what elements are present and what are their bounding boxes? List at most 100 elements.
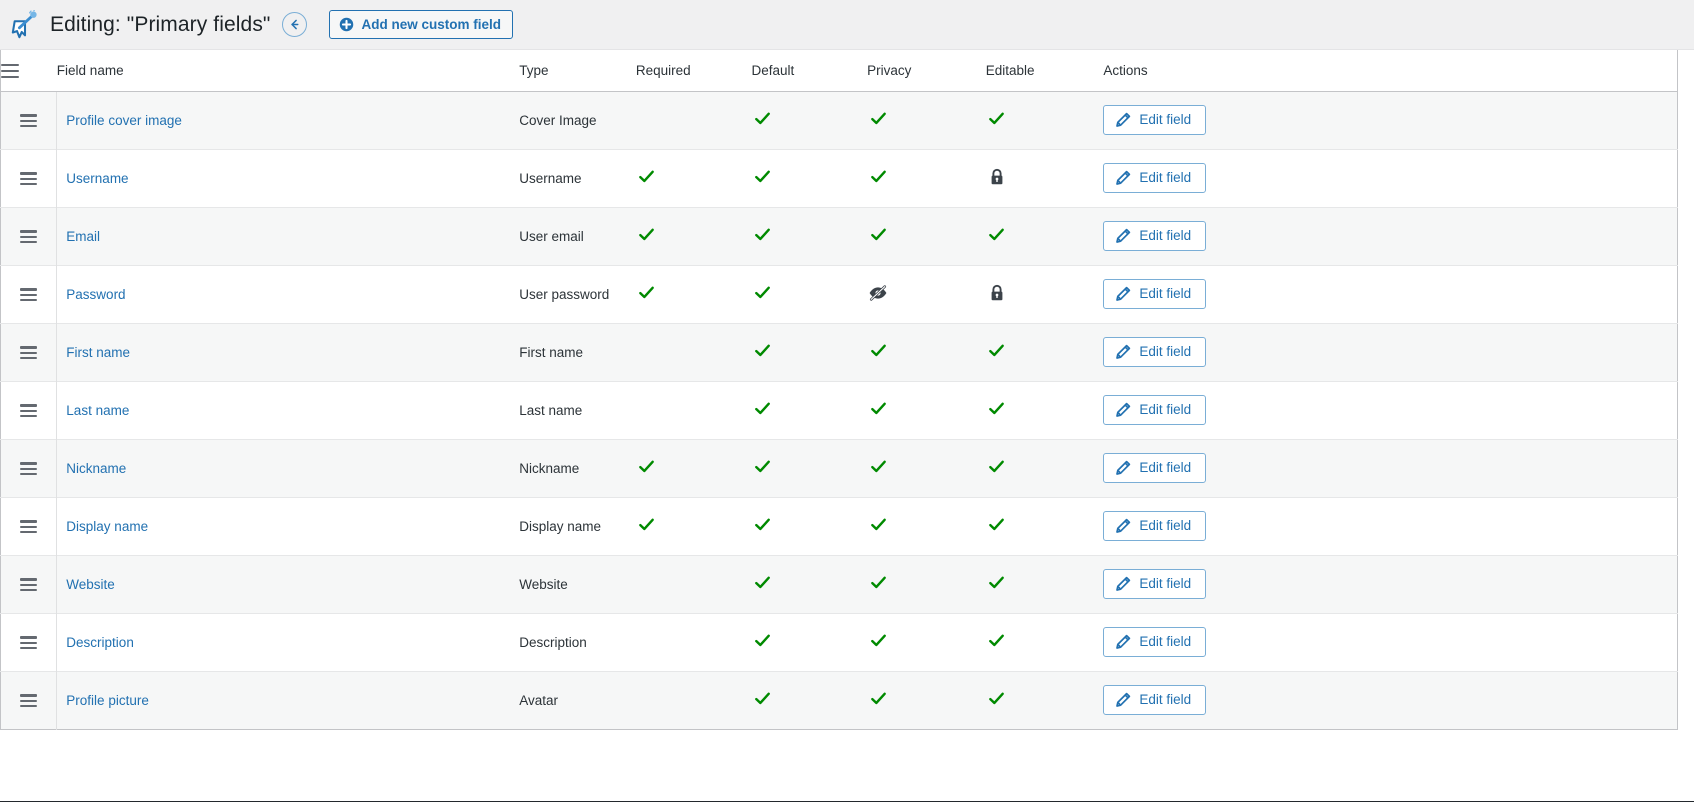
check-icon [752,516,774,536]
cell-field-name: Email [56,206,520,265]
edit-field-button[interactable]: Edit field [1103,568,1207,600]
drag-handle-icon [20,694,38,708]
edit-field-button[interactable]: Edit field [1103,104,1207,136]
edit-field-label: Edit field [1139,227,1192,243]
pencil-icon [1116,460,1131,475]
drag-handle-icon [1,63,19,78]
cell-actions: Edit field [1103,148,1678,207]
edit-field-button[interactable]: Edit field [1103,626,1207,658]
cell-type: Cover Image [519,112,597,128]
table-row[interactable]: Display name Display name Edit field [0,496,1678,555]
cell-default [751,670,868,729]
check-icon [636,284,658,304]
field-name-link[interactable]: Profile picture [66,693,149,708]
add-new-custom-field-button[interactable]: Add new custom field [329,10,513,39]
table-body: Profile cover image Cover Image Edit field… [0,91,1678,729]
row-drag-handle[interactable] [0,670,58,729]
edit-field-label: Edit field [1139,517,1192,533]
field-name-link[interactable]: Description [66,635,134,650]
column-header-actions: Actions [1103,50,1678,92]
field-name-link[interactable]: First name [66,345,130,360]
cell-field-name: Password [56,264,520,323]
row-drag-handle[interactable] [0,322,58,381]
cell-type: Last name [519,380,636,439]
cell-type: Nickname [519,438,636,497]
cell-field-name: Last name [56,380,520,439]
check-icon [867,400,889,420]
table-row[interactable]: Username Username Edit field [0,148,1678,207]
table-row[interactable]: First name First name Edit field [0,322,1678,381]
row-drag-handle[interactable] [0,264,58,323]
edit-field-button[interactable]: Edit field [1103,278,1207,310]
field-name-link[interactable]: Display name [66,519,148,534]
table-row[interactable]: Description Description Edit field [0,612,1678,671]
check-icon [867,690,889,710]
cell-type: Avatar [519,670,636,729]
column-header-type: Type [519,50,636,92]
magic-wand-cursor-logo [8,8,42,42]
row-drag-handle[interactable] [0,206,58,265]
row-drag-handle[interactable] [0,91,58,149]
drag-handle-icon [20,404,38,418]
table-row[interactable]: Password User password Edit field [0,264,1678,323]
cell-required [635,496,752,555]
cell-required [635,322,752,381]
row-drag-handle[interactable] [0,148,58,207]
field-name-link[interactable]: Nickname [66,461,126,476]
field-name-link[interactable]: Profile cover image [66,113,182,128]
edit-field-button[interactable]: Edit field [1103,336,1207,368]
field-name-link[interactable]: Email [66,229,100,244]
cell-default [751,380,868,439]
field-name-link[interactable]: Website [66,577,115,592]
drag-handle-icon [20,230,38,244]
row-drag-handle[interactable] [0,380,58,439]
edit-field-button[interactable]: Edit field [1103,510,1207,542]
field-name-link[interactable]: Last name [66,403,129,418]
check-icon [752,342,774,362]
edit-field-button[interactable]: Edit field [1103,452,1207,484]
check-icon [867,574,889,594]
table-row[interactable]: Website Website Edit field [0,554,1678,613]
field-name-link[interactable]: Username [66,171,128,186]
cell-default [751,612,868,671]
cell-privacy [867,612,986,671]
cell-default [751,438,868,497]
cell-privacy [867,264,986,323]
cell-actions: Edit field [1103,322,1678,381]
table-row[interactable]: Profile picture Avatar Edit field [0,670,1678,729]
cell-actions: Edit field [1103,612,1678,671]
edit-field-label: Edit field [1139,459,1192,475]
field-name-link[interactable]: Password [66,287,125,302]
cell-privacy [867,206,986,265]
cell-privacy [867,322,986,381]
cell-type: User email [519,206,636,265]
cell-editable [985,380,1104,439]
cell-editable [985,148,1104,207]
back-button[interactable] [282,12,308,37]
edit-field-button[interactable]: Edit field [1103,684,1207,716]
cell-field-name: Profile cover image [57,91,519,149]
cell-field-name: Description [56,612,520,671]
cell-required [635,148,752,207]
edit-field-button[interactable]: Edit field [1103,394,1207,426]
row-drag-handle[interactable] [0,438,58,497]
edit-field-label: Edit field [1139,633,1192,649]
table-row[interactable]: Last name Last name Edit field [0,380,1678,439]
page-header: Editing: "Primary fields" Add new custom… [0,0,1694,50]
check-icon [636,516,658,536]
table-row[interactable]: Nickname Nickname Edit field [0,438,1678,497]
edit-field-button[interactable]: Edit field [1103,162,1207,194]
row-drag-handle[interactable] [0,554,58,613]
check-icon [986,400,1008,420]
edit-field-button[interactable]: Edit field [1103,220,1207,252]
cell-editable [985,496,1104,555]
table-row[interactable]: Email User email Edit field [0,206,1678,265]
cell-actions: Edit field [1103,264,1678,323]
row-drag-handle[interactable] [0,496,58,555]
cell-editable [985,206,1104,265]
table-row[interactable]: Profile cover image Cover Image Edit field [0,91,1678,149]
cell-required [635,612,752,671]
row-drag-handle[interactable] [0,612,58,671]
add-new-custom-field-label: Add new custom field [361,17,501,32]
cell-required [635,206,752,265]
